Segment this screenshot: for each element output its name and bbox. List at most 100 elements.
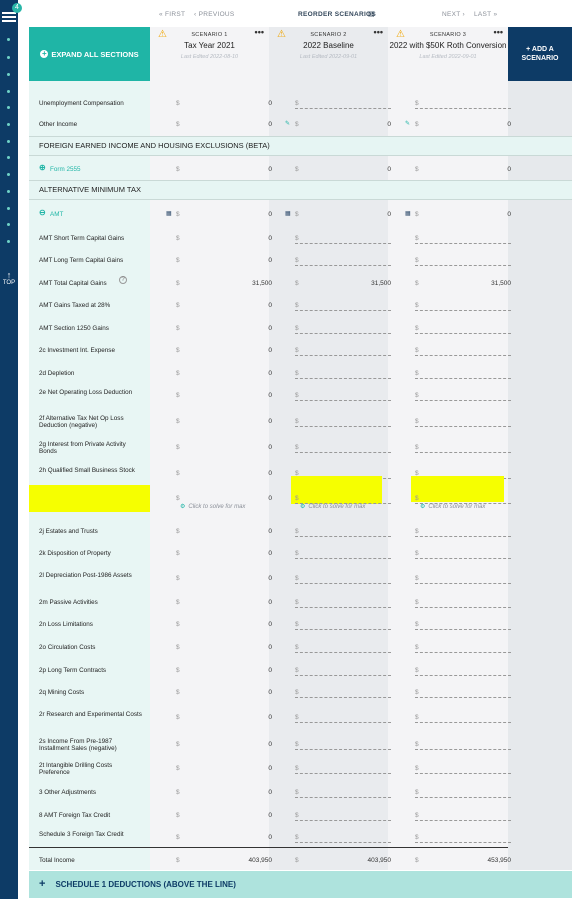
value-cell[interactable]: $31,500 [415,277,511,289]
value-cell[interactable]: $ [415,762,511,774]
value-cell[interactable]: $ [415,572,511,584]
more-options-icon[interactable]: ••• [255,27,264,37]
value-cell[interactable]: $ [415,831,511,843]
value-cell[interactable]: $ [295,415,391,427]
value-cell[interactable]: $ [295,547,391,559]
nav-dot[interactable] [7,90,10,93]
value-cell[interactable]: $ [415,525,511,537]
amt-section-header[interactable]: ALTERNATIVE MINIMUM TAX [29,180,572,200]
value-cell[interactable]: $0 [176,525,272,537]
calculator-icon[interactable]: ▦ [285,210,291,217]
value-cell[interactable]: $0 [176,711,272,723]
next-link[interactable]: NEXT › [442,11,465,18]
value-cell[interactable]: $ [295,322,391,334]
value-cell[interactable]: $ [295,762,391,774]
value-cell[interactable]: $0 [176,831,272,843]
scenario-header-1[interactable]: ⚠ ••• SCENARIO 1 Tax Year 2021 Last Edited 2… [150,27,269,81]
value-cell[interactable]: $0 [176,322,272,334]
nav-dot[interactable] [7,38,10,41]
scroll-top-button[interactable]: ↑ TOP [2,271,16,289]
calendar-icon[interactable]: ▤ [368,10,375,18]
edit-icon[interactable]: ✎ [285,120,290,127]
reorder-scenarios-link[interactable]: REORDER SCENARIOS [298,11,376,18]
nav-dot[interactable] [7,123,10,126]
value-cell[interactable]: $ [415,415,511,427]
value-cell[interactable]: $0 [176,547,272,559]
value-cell[interactable]: $ [415,738,511,750]
value-cell[interactable]: $0 ▦ [405,208,511,220]
value-cell[interactable]: $0 [176,344,272,356]
add-scenario-button[interactable]: + ADD A SCENARIO [508,27,572,81]
value-cell[interactable]: $0 [176,572,272,584]
value-cell[interactable]: $0 [176,762,272,774]
row-label[interactable]: Form 2555 [50,166,155,173]
value-cell[interactable]: $0 [176,232,272,244]
value-cell[interactable]: $ [415,786,511,798]
value-cell[interactable]: $ [415,664,511,676]
value-cell[interactable]: $ [295,97,391,109]
value-cell[interactable]: $ [415,686,511,698]
help-icon[interactable]: ? [119,276,127,284]
value-cell[interactable]: $ [415,299,511,311]
value-cell[interactable]: $ [295,809,391,821]
scenario-name[interactable]: 2022 Baseline [269,41,388,51]
value-cell[interactable]: $ [295,389,391,401]
value-cell[interactable]: $ [295,686,391,698]
value-cell[interactable]: $ [415,344,511,356]
scenario-name[interactable]: 2022 with $50K Roth Conversion [388,41,508,51]
nav-dot[interactable] [7,156,10,159]
value-cell[interactable]: $ [415,389,511,401]
plus-circle-icon[interactable]: ⊕ [39,163,46,172]
value-cell[interactable]: $0 [176,254,272,266]
minus-circle-icon[interactable]: ⊖ [39,208,46,217]
last-link[interactable]: LAST » [474,11,497,18]
value-cell[interactable]: $0 [415,163,511,175]
value-cell[interactable]: $0 [295,163,391,175]
nav-dot[interactable] [7,106,10,109]
expand-all-button[interactable]: + EXPAND ALL SECTIONS [29,27,150,81]
nav-dot[interactable] [7,240,10,243]
value-cell[interactable]: $ [415,322,511,334]
value-cell[interactable]: $0 [176,389,272,401]
solve-for-max-link[interactable]: ⚙ Click to solve for max [300,503,365,510]
value-cell[interactable]: $ [295,572,391,584]
scenario-header-3[interactable]: ⚠ ••• SCENARIO 3 2022 with $50K Roth Conver… [388,27,508,81]
value-cell[interactable]: $0 [176,618,272,630]
value-cell[interactable]: $ [415,618,511,630]
value-cell[interactable]: $ [415,596,511,608]
value-cell[interactable]: $0 [176,467,272,479]
value-cell[interactable]: $ [415,809,511,821]
value-cell[interactable]: $ [415,367,511,379]
value-cell[interactable]: $ [295,441,391,453]
value-cell[interactable]: $0 [176,786,272,798]
value-cell[interactable]: $0 [176,596,272,608]
nav-dot[interactable] [7,73,10,76]
foreign-section-header[interactable]: FOREIGN EARNED INCOME AND HOUSING EXCLUS… [29,136,572,156]
value-cell[interactable]: $ [415,254,511,266]
value-cell[interactable]: $ [415,97,511,109]
nav-dot[interactable] [7,223,10,226]
value-cell[interactable]: $ [415,441,511,453]
calculator-icon[interactable]: ▦ [405,210,411,217]
nav-dot[interactable] [7,190,10,193]
value-cell[interactable]: $0 [176,415,272,427]
value-cell[interactable]: $0 [176,97,272,109]
row-label[interactable]: AMT [50,211,155,218]
scenario-header-2[interactable]: ⚠ ••• SCENARIO 2 2022 Baseline Last Edited 2… [269,27,388,81]
more-options-icon[interactable]: ••• [494,27,503,37]
value-cell[interactable]: $0 [176,441,272,453]
value-cell[interactable]: $ [295,641,391,653]
nav-dot[interactable] [7,207,10,210]
value-cell[interactable]: $31,500 [176,277,272,289]
value-cell[interactable]: $ [295,831,391,843]
value-cell[interactable]: $ [295,367,391,379]
value-cell[interactable]: $ [295,711,391,723]
nav-dot[interactable] [7,140,10,143]
value-cell[interactable]: $ [295,664,391,676]
value-cell[interactable]: $0 [176,299,272,311]
value-cell[interactable]: $ [295,232,391,244]
previous-link[interactable]: ‹ PREVIOUS [194,11,235,18]
solve-for-max-link[interactable]: ⚙ Click to solve for max [420,503,485,510]
value-cell[interactable]: $0 [176,738,272,750]
nav-dot[interactable] [7,56,10,59]
